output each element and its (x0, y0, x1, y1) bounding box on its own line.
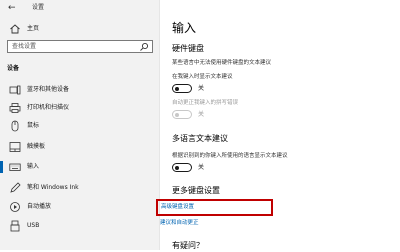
sidebar-item-usb[interactable]: USB (0, 216, 160, 236)
multilingual-description: 根据识别到的你键入所使用的语言显示文本建议 (172, 153, 288, 159)
active-indicator (0, 161, 3, 173)
pen-icon (10, 182, 21, 193)
multilingual-toggle[interactable] (172, 163, 192, 172)
sidebar-item-label: 触摸板 (27, 143, 46, 150)
show-suggestions-state: 关 (198, 85, 205, 92)
autocorrect-toggle[interactable] (172, 110, 192, 119)
show-suggestions-label: 在我键入时显示文本建议 (172, 74, 233, 80)
sidebar-item-label: 蓝牙和其他设备 (27, 86, 70, 93)
autoplay-icon (10, 202, 20, 212)
multilingual-heading: 多语言文本建议 (172, 134, 228, 143)
sidebar-item-home[interactable]: 主页 (0, 22, 160, 36)
hardware-keyboard-description: 某些语言中无法使用硬件键盘的文本建议 (172, 60, 272, 66)
app-title: 设置 (32, 4, 45, 11)
touchpad-icon (9, 142, 21, 152)
highlight-annotation-box (156, 199, 273, 216)
sidebar-item-label: 输入 (27, 163, 40, 170)
toggle-knob (175, 112, 179, 117)
mouse-icon (11, 120, 19, 132)
sidebar-item-label: 鼠标 (27, 122, 40, 129)
sidebar-section-title: 设备 (7, 65, 20, 72)
search-placeholder: 查找设置 (12, 43, 37, 50)
search-input[interactable]: 查找设置 (7, 40, 153, 53)
autocorrect-label: 自动更正我键入的拼写错误 (172, 100, 239, 106)
search-icon[interactable] (139, 42, 149, 52)
autocorrect-state: 关 (198, 111, 205, 118)
more-keyboard-heading: 更多键盘设置 (172, 186, 220, 195)
sidebar-item-label: 主页 (27, 25, 40, 32)
questions-heading: 有疑问？ (172, 241, 204, 250)
multilingual-state: 关 (198, 164, 205, 171)
toggle-knob (175, 86, 179, 91)
sidebar-item-pen[interactable]: 笔和 Windows Ink (0, 178, 160, 198)
sidebar-item-mouse[interactable]: 鼠标 (0, 116, 160, 136)
page-title: 输入 (172, 21, 197, 35)
sidebar-item-label: 自动播放 (27, 203, 52, 210)
sidebar-item-autoplay[interactable]: 自动播放 (0, 197, 160, 217)
sidebar-item-printers[interactable]: 打印机和扫描仪 (0, 98, 160, 118)
keyboard-icon (9, 163, 21, 171)
usb-icon (10, 220, 20, 232)
printer-icon (9, 103, 21, 113)
suggestions-autocorrect-link[interactable]: 建议和自动更正 (160, 219, 199, 227)
hardware-keyboard-heading: 硬件键盘 (172, 44, 204, 53)
sidebar-item-touchpad[interactable]: 触摸板 (0, 137, 160, 157)
sidebar-item-typing[interactable]: 输入 (0, 157, 160, 177)
toggle-knob (175, 165, 179, 170)
bluetooth-icon (9, 85, 21, 95)
sidebar-item-label: 打印机和扫描仪 (27, 104, 70, 111)
back-arrow-icon[interactable]: ← (8, 2, 16, 14)
sidebar-item-label: USB (27, 222, 40, 229)
sidebar-item-bluetooth[interactable]: 蓝牙和其他设备 (0, 80, 160, 100)
sidebar: ← 设置 主页 查找设置 设备 蓝牙和其他设备 打印机和扫描仪 鼠标 触摸板 输… (0, 0, 160, 250)
show-suggestions-toggle[interactable] (172, 84, 192, 93)
sidebar-item-label: 笔和 Windows Ink (27, 184, 79, 191)
home-icon (10, 24, 20, 34)
